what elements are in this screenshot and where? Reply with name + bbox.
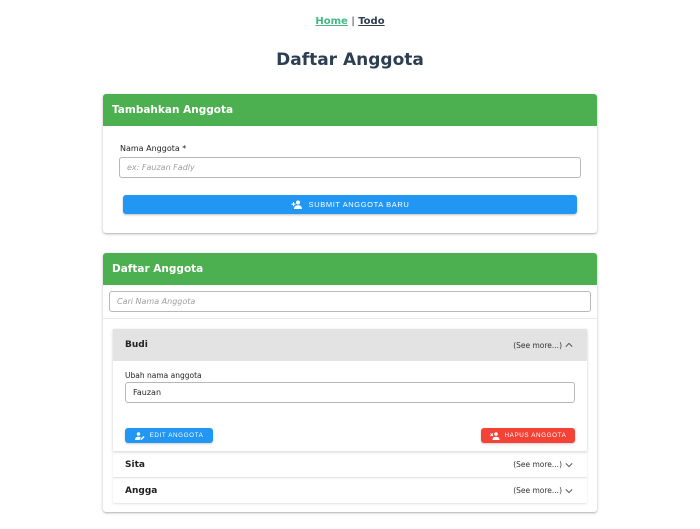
edit-member-input[interactable] <box>125 382 575 403</box>
add-member-card: Tambahkan Anggota Nama Anggota * SUBMIT … <box>103 94 597 233</box>
member-panel-header[interactable]: Angga (See more...) <box>113 478 587 503</box>
see-more-label: (See more...) <box>513 486 562 495</box>
member-list-card-header: Daftar Anggota <box>103 253 597 285</box>
member-name: Sita <box>125 459 145 470</box>
member-list-card: Daftar Anggota Budi (See more...) Ubah n… <box>103 253 597 512</box>
nav-separator: | <box>351 16 355 27</box>
submit-member-label: SUBMIT ANGGOTA BARU <box>308 200 410 209</box>
nav-home-link[interactable]: Home <box>315 16 347 27</box>
member-panel-header[interactable]: Sita (See more...) <box>113 452 587 477</box>
person-add-icon <box>291 200 303 209</box>
member-panel-header[interactable]: Budi (See more...) <box>113 329 587 361</box>
see-more-toggle[interactable]: (See more...) <box>513 486 573 495</box>
member-name-input[interactable] <box>119 157 581 178</box>
member-name: Budi <box>125 340 148 350</box>
chevron-down-icon <box>565 462 573 468</box>
member-panel-sita: Sita (See more...) <box>113 451 587 477</box>
page-title: Daftar Anggota <box>276 50 424 70</box>
member-panel-angga: Angga (See more...) <box>113 477 587 503</box>
nav-todo-link[interactable]: Todo <box>358 16 384 27</box>
chevron-down-icon <box>565 488 573 494</box>
divider <box>103 318 597 319</box>
person-remove-icon <box>489 431 500 440</box>
person-edit-icon <box>134 431 145 440</box>
add-member-card-header: Tambahkan Anggota <box>103 94 597 126</box>
member-name-label: Nama Anggota * <box>120 144 187 153</box>
member-panel-budi: Budi (See more...) Ubah nama anggota EDI… <box>113 329 587 451</box>
delete-member-button[interactable]: HAPUS ANGGOTA <box>481 428 575 443</box>
edit-member-button[interactable]: EDIT ANGGOTA <box>125 428 213 443</box>
top-nav: Home | Todo <box>0 16 700 27</box>
see-more-toggle[interactable]: (See more...) <box>513 460 573 469</box>
chevron-up-icon <box>565 342 573 348</box>
see-more-label: (See more...) <box>513 340 562 350</box>
edit-member-button-label: EDIT ANGGOTA <box>149 432 204 439</box>
search-member-input[interactable] <box>109 291 591 312</box>
see-more-label: (See more...) <box>513 460 562 469</box>
see-more-toggle[interactable]: (See more...) <box>513 341 573 350</box>
delete-member-button-label: HAPUS ANGGOTA <box>504 432 567 439</box>
member-name: Angga <box>125 485 158 496</box>
submit-member-button[interactable]: SUBMIT ANGGOTA BARU <box>123 195 577 214</box>
edit-member-label: Ubah nama anggota <box>125 371 202 380</box>
